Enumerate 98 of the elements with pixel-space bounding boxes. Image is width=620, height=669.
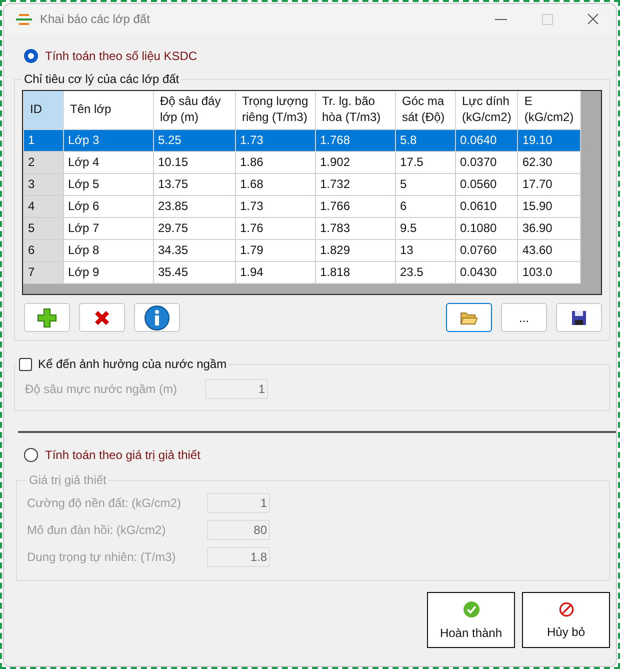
column-header[interactable]: Trọng lượng riêng (T/m3): [236, 91, 316, 129]
table-cell: 43.60: [518, 239, 580, 261]
open-button[interactable]: [446, 303, 492, 332]
table-cell: 0.1080: [456, 217, 518, 239]
table-cell: 17.5: [396, 151, 456, 173]
delete-button[interactable]: [79, 303, 125, 332]
field-label: Dung trọng tự nhiên: (T/m3): [27, 550, 177, 564]
table-cell: 1.79: [236, 239, 316, 261]
table-cell: Lớp 6: [64, 195, 154, 217]
table-cell: 0.0760: [456, 239, 518, 261]
table-row[interactable]: 4 Lớp 6 23.85 1.73 1.766 6 0.0610 15.90: [24, 195, 580, 217]
table-cell: Lớp 7: [64, 217, 154, 239]
table-cell: 0.0640: [456, 129, 518, 151]
column-header[interactable]: Góc ma sát (Độ): [396, 91, 456, 129]
table-cell: 0.0610: [456, 195, 518, 217]
column-header[interactable]: ID: [24, 91, 64, 129]
field-label: Cường độ nền đất: (kG/cm2): [27, 496, 182, 510]
table-cell: 17.70: [518, 173, 580, 195]
input-field[interactable]: 1: [205, 378, 268, 398]
table-cell: 5: [396, 173, 456, 195]
table-cell: 5.8: [396, 129, 456, 151]
assumed-values-radio[interactable]: Tính toán theo giá trị giả thiết: [24, 445, 610, 465]
table-cell: 1.783: [316, 217, 396, 239]
table-row[interactable]: 7 Lớp 9 35.45 1.94 1.818 23.5 0.0430 103.0: [24, 261, 580, 283]
table-cell: 5: [24, 217, 64, 239]
table-cell: 0.0560: [456, 173, 518, 195]
table-cell: 10.15: [154, 151, 236, 173]
minimize-icon[interactable]: [495, 18, 507, 20]
app-icon: [16, 14, 32, 24]
table-cell: 1.818: [316, 261, 396, 283]
table-cell: 13.75: [154, 173, 236, 195]
table-cell: 103.0: [518, 261, 580, 283]
table-cell: 62.30: [518, 151, 580, 173]
table-cell: 9.5: [396, 217, 456, 239]
table-cell: 23.5: [396, 261, 456, 283]
column-header[interactable]: E (kG/cm2): [518, 91, 580, 129]
folder-icon: [460, 310, 478, 326]
table-cell: 34.35: [154, 239, 236, 261]
info-icon: [144, 304, 170, 330]
finish-button[interactable]: Hoàn thành: [427, 592, 515, 648]
soil-data-radio[interactable]: Tính toán theo số liệu KSDC: [24, 46, 610, 66]
add-button[interactable]: [24, 303, 70, 332]
table-cell: 1.829: [316, 239, 396, 261]
cancel-button[interactable]: Hủy bỏ: [522, 592, 610, 648]
column-header[interactable]: Độ sâu đáy lớp (m): [154, 91, 236, 129]
table-cell: 19.10: [518, 129, 580, 151]
info-button[interactable]: [134, 303, 180, 332]
table-row[interactable]: 3 Lớp 5 13.75 1.68 1.732 5 0.0560 17.70: [24, 173, 580, 195]
table-row[interactable]: 1 Lớp 3 5.25 1.73 1.768 5.8 0.0640 19.10: [24, 129, 580, 151]
table-cell: 1.766: [316, 195, 396, 217]
table-cell: 23.85: [154, 195, 236, 217]
table-cell: 1.73: [236, 195, 316, 217]
prohibited-icon: [558, 602, 574, 616]
table-row[interactable]: 6 Lớp 8 34.35 1.79 1.829 13 0.0760 43.60: [24, 239, 580, 261]
column-header[interactable]: Tr. lg. bão hòa (T/m3): [316, 91, 396, 129]
table-row[interactable]: 5 Lớp 7 29.75 1.76 1.783 9.5 0.1080 36.90: [24, 217, 580, 239]
table-cell: 6: [396, 195, 456, 217]
table-cell: 36.90: [518, 217, 580, 239]
check-icon: [462, 600, 480, 618]
table-cell: 1.94: [236, 261, 316, 283]
table-cell: Lớp 5: [64, 173, 154, 195]
table-cell: 1.76: [236, 217, 316, 239]
table-cell: Lớp 3: [64, 129, 154, 151]
close-icon[interactable]: [587, 13, 599, 25]
table-cell: 7: [24, 261, 64, 283]
table-cell: 2: [24, 151, 64, 173]
table-cell: 1.68: [236, 173, 316, 195]
table-cell: 13: [396, 239, 456, 261]
table-row[interactable]: 2 Lớp 4 10.15 1.86 1.902 17.5 0.0370 62.30: [24, 151, 580, 173]
table-cell: 0.0370: [456, 151, 518, 173]
save-button[interactable]: [556, 303, 602, 332]
table-cell: 1.732: [316, 173, 396, 195]
group-title: Chỉ tiêu cơ lý của các lớp đất: [23, 72, 180, 86]
table-cell: Lớp 8: [64, 239, 154, 261]
table-cell: 0.0430: [456, 261, 518, 283]
field-label: Mô đun đàn hồi: (kG/cm2): [27, 522, 167, 536]
window-title: Khai báo các lớp đất: [40, 12, 151, 26]
groundwater-checkbox[interactable]: Kể đến ảnh hưởng của nước ngầm: [19, 357, 227, 371]
table-cell: 1.902: [316, 151, 396, 173]
table-cell: 4: [24, 195, 64, 217]
table-cell: 5.25: [154, 129, 236, 151]
table-cell: 1.768: [316, 129, 396, 151]
plus-icon: [36, 306, 58, 328]
table-cell: Lớp 4: [64, 151, 154, 173]
table-cell: 15.90: [518, 195, 580, 217]
column-header[interactable]: Lực dính (kG/cm2): [456, 91, 518, 129]
table-cell: 1.73: [236, 129, 316, 151]
table-cell: 3: [24, 173, 64, 195]
table-cell: 35.45: [154, 261, 236, 283]
table-cell: Lớp 9: [64, 261, 154, 283]
column-header[interactable]: Tên lớp: [64, 91, 154, 129]
more-button[interactable]: ...: [501, 303, 547, 332]
table-cell: 29.75: [154, 217, 236, 239]
table-cell: 6: [24, 239, 64, 261]
table-cell: 1.86: [236, 151, 316, 173]
group-title: Giá trị giả thiết: [28, 473, 108, 487]
field-label: Độ sâu mực nước ngầm (m): [25, 382, 178, 396]
table-cell: 1: [24, 129, 64, 151]
